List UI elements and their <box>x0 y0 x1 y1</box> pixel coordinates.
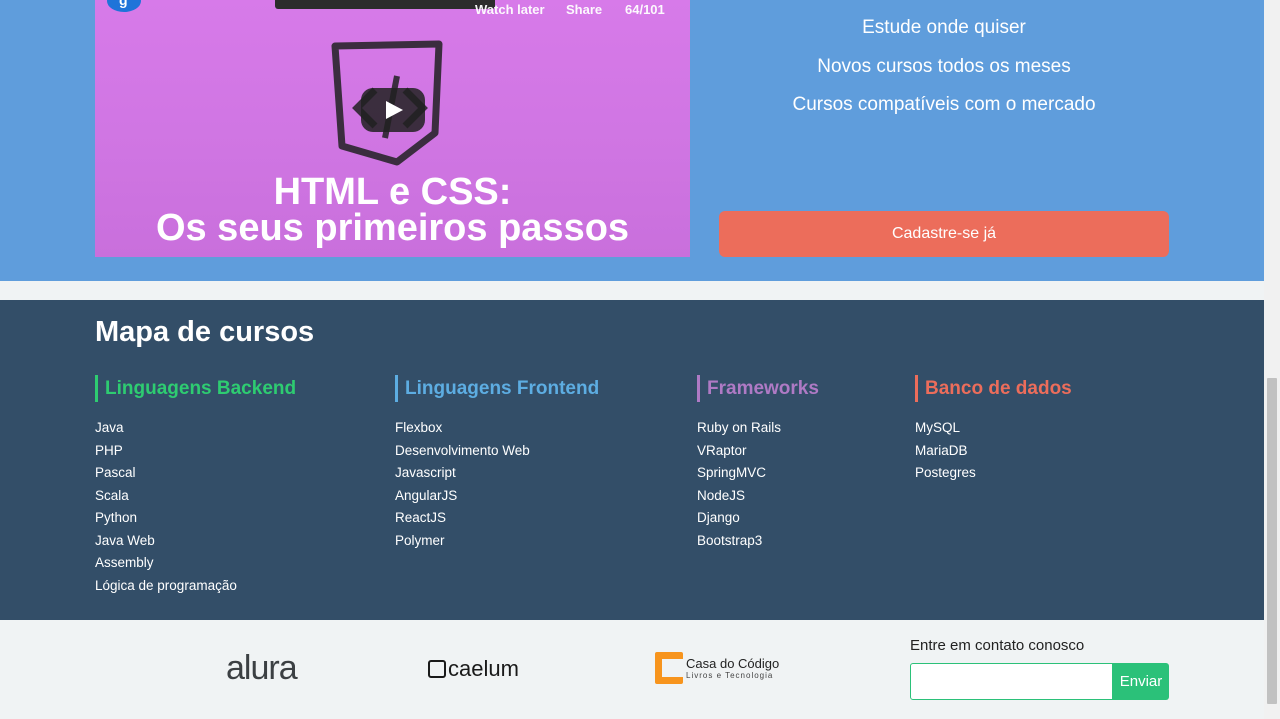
contact-label: Entre em contato conosco <box>910 637 1085 654</box>
course-column-backend: Linguagens Backend Java PHP Pascal Scala… <box>95 375 296 597</box>
course-link[interactable]: VRaptor <box>697 440 819 463</box>
send-button[interactable]: Enviar <box>1113 663 1169 700</box>
video-player[interactable]: Watch later Share 64/101 HTML e CSS: Os … <box>95 0 690 257</box>
course-link[interactable]: Ruby on Rails <box>697 417 819 440</box>
column-heading: Frameworks <box>697 375 819 402</box>
course-link[interactable]: PHP <box>95 440 296 463</box>
course-link[interactable]: Desenvolvimento Web <box>395 440 599 463</box>
course-link[interactable]: Flexbox <box>395 417 599 440</box>
course-link[interactable]: Java Web <box>95 530 296 553</box>
course-column-databases: Banco de dados MySQL MariaDB Postegres <box>915 375 1072 485</box>
benefits-list: Estude onde quiser Novos cursos todos os… <box>719 14 1169 130</box>
alura-logo[interactable]: alura <box>226 649 298 688</box>
video-title-line1: HTML e CSS: <box>273 171 512 213</box>
benefit-item: Novos cursos todos os meses <box>817 55 1071 77</box>
play-button[interactable] <box>361 88 425 132</box>
course-link[interactable]: Pascal <box>95 462 296 485</box>
video-title-bar <box>275 0 495 9</box>
signup-button[interactable]: Cadastre-se já <box>719 211 1169 257</box>
footer: alura caelum Casa do Código Livros e Tec… <box>0 620 1264 719</box>
course-link[interactable]: AngularJS <box>395 485 599 508</box>
caelum-logo[interactable]: caelum <box>428 656 519 682</box>
scrollbar-thumb[interactable] <box>1267 378 1277 704</box>
channel-logo-icon[interactable] <box>107 0 141 12</box>
playlist-counter[interactable]: 64/101 <box>625 2 665 17</box>
hero-section: Watch later Share 64/101 HTML e CSS: Os … <box>0 0 1264 281</box>
course-link[interactable]: SpringMVC <box>697 462 819 485</box>
course-link[interactable]: Lógica de programação <box>95 575 296 598</box>
benefit-item: Cursos compatíveis com o mercado <box>792 94 1096 115</box>
watch-later-button[interactable]: Watch later <box>475 2 545 17</box>
course-column-frontend: Linguagens Frontend Flexbox Desenvolvime… <box>395 375 599 552</box>
video-title-line2: Os seus primeiros passos <box>155 207 630 249</box>
course-link[interactable]: Assembly <box>95 552 296 575</box>
course-link[interactable]: Postegres <box>915 462 1072 485</box>
casa-do-codigo-name: Casa do Código <box>686 656 780 671</box>
column-heading: Banco de dados <box>915 375 1072 402</box>
page-scrollbar[interactable] <box>1264 0 1280 719</box>
course-link[interactable]: Java <box>95 417 296 440</box>
course-link[interactable]: NodeJS <box>697 485 819 508</box>
casa-do-codigo-mark-icon <box>655 652 683 684</box>
caelum-logo-text: caelum <box>448 656 519 681</box>
course-map-title: Mapa de cursos <box>95 316 315 348</box>
course-link[interactable]: Polymer <box>395 530 599 553</box>
casa-do-codigo-tagline: Livros e Tecnologia <box>686 671 774 680</box>
course-column-frameworks: Frameworks Ruby on Rails VRaptor SpringM… <box>697 375 819 552</box>
course-link[interactable]: ReactJS <box>395 507 599 530</box>
column-heading: Linguagens Frontend <box>395 375 599 402</box>
course-link[interactable]: Scala <box>95 485 296 508</box>
column-heading: Linguagens Backend <box>95 375 296 402</box>
course-link[interactable]: Python <box>95 507 296 530</box>
benefit-item: Estude onde quiser <box>862 17 1026 38</box>
course-link[interactable]: Bootstrap3 <box>697 530 819 553</box>
course-link[interactable]: MariaDB <box>915 440 1072 463</box>
course-link[interactable]: Django <box>697 507 819 530</box>
course-map-section: Mapa de cursos Linguagens Backend Java P… <box>0 300 1264 620</box>
caelum-mark-icon <box>428 660 446 678</box>
contact-email-input[interactable] <box>910 663 1113 700</box>
course-link[interactable]: MySQL <box>915 417 1072 440</box>
course-link[interactable]: Javascript <box>395 462 599 485</box>
share-button[interactable]: Share <box>566 2 602 17</box>
